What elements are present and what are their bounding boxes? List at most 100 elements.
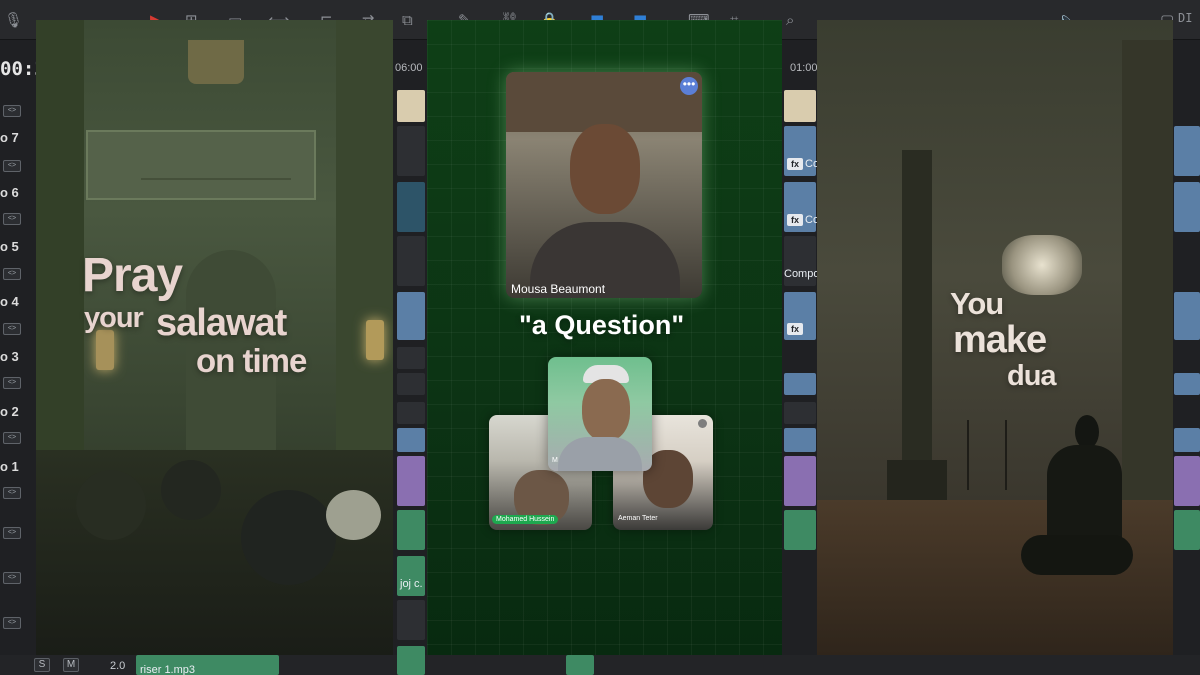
overlay-text-make: make <box>953 319 1047 361</box>
timeline-clip[interactable] <box>397 373 425 395</box>
audio-clip[interactable] <box>1174 510 1200 550</box>
video-editor-workspace: 🎙 ▶ ⊞ ▭ ⟷ ⊏ ⇄ ⧉ ✎ ⛓ 🔒 ■ ■ ⌨ ⌗ ⌕ 🔈 DI ▢ 0… <box>0 0 1200 675</box>
mute-button[interactable]: M <box>63 658 79 672</box>
timeline-clip[interactable] <box>397 347 425 369</box>
rope-barrier <box>967 420 1007 490</box>
timeline-clip[interactable] <box>1174 428 1200 452</box>
participant-video-top[interactable]: M <box>548 357 652 471</box>
worshipper-head <box>241 490 336 585</box>
audio-clip[interactable] <box>397 510 425 550</box>
track-toggle[interactable]: <> <box>3 160 21 172</box>
timeline-clip[interactable] <box>784 428 816 452</box>
person-kneeling <box>1021 535 1133 575</box>
main-caller-name: Mousa Beaumont <box>511 282 606 296</box>
ruler-label-2: 01:00 <box>790 62 818 74</box>
track-toggle[interactable]: <> <box>3 323 21 335</box>
audio-waveform-clip[interactable] <box>397 402 425 424</box>
audio-clip[interactable] <box>784 510 816 550</box>
audio-waveform-clip[interactable] <box>784 402 816 424</box>
timeline-clip[interactable] <box>1174 373 1200 395</box>
search-icon[interactable]: ⌕ <box>786 11 794 29</box>
overlay-text-you: You <box>950 286 1004 321</box>
timeline-clip[interactable] <box>1174 182 1200 232</box>
track-toggle[interactable]: <> <box>3 617 21 629</box>
person-head <box>1075 415 1099 449</box>
audio-clip-riser[interactable]: riser 1.mp3 <box>136 655 279 675</box>
timeline-clip[interactable] <box>397 236 425 286</box>
track-header-4[interactable]: o 4 <box>0 292 36 312</box>
timeline-clip[interactable] <box>397 126 425 176</box>
video-title: "a Question" <box>519 310 685 340</box>
video-preview-dua: You make dua <box>817 20 1173 655</box>
track-toggle[interactable]: <> <box>3 213 21 225</box>
audio-clip-joj[interactable]: joj c. <box>397 556 425 596</box>
track-header-7[interactable]: o 7 <box>0 128 36 148</box>
track-header-6[interactable]: o 6 <box>0 183 36 203</box>
participant-face <box>582 379 630 441</box>
mute-icon[interactable] <box>698 419 707 428</box>
column-base <box>887 460 947 500</box>
track-volume: 2.0 <box>110 660 126 672</box>
toolbar-text[interactable]: DI <box>1178 11 1192 25</box>
overlay-text-dua: dua <box>1007 360 1057 392</box>
track-toggle[interactable]: <> <box>3 377 21 389</box>
comp-clip-3[interactable]: Compo <box>784 236 819 286</box>
timeline-clip[interactable] <box>397 182 425 232</box>
overlay-text-pray: Pray <box>82 249 183 302</box>
fx-clip[interactable]: fx <box>784 292 816 340</box>
video-preview-question: ••• Mousa Beaumont "a Question" Mohamed … <box>427 20 782 655</box>
comp-clip-1[interactable]: fx Co <box>784 126 819 176</box>
timeline-clip[interactable] <box>1174 292 1200 340</box>
lantern <box>96 330 114 370</box>
timeline-clip[interactable] <box>397 428 425 452</box>
participant-name-left: Mohamed Hussein <box>492 515 559 524</box>
link-clip-icon[interactable]: ⧉ <box>402 11 413 29</box>
timeline-clip[interactable] <box>397 456 425 506</box>
overlay-text-your: your <box>84 302 144 334</box>
overlay-text-salawat: salawat <box>156 302 287 344</box>
track-toggle[interactable]: <> <box>3 487 21 499</box>
track-header-2[interactable]: o 2 <box>0 402 36 422</box>
timeline-clip[interactable] <box>397 292 425 340</box>
mic-icon[interactable]: 🎙 <box>4 11 23 29</box>
timeline-thumbnail-clip[interactable] <box>784 90 816 122</box>
comp-clip-2[interactable]: fx Co <box>784 182 819 232</box>
pillar <box>1122 40 1173 500</box>
track-header-1[interactable]: o 1 <box>0 457 36 477</box>
timeline-clip[interactable] <box>1174 456 1200 506</box>
track-toggle[interactable]: <> <box>3 572 21 584</box>
track-header-5[interactable]: o 5 <box>0 237 36 257</box>
timeline-clip[interactable] <box>1174 126 1200 176</box>
worshipper-cap <box>326 490 381 540</box>
more-options-icon[interactable]: ••• <box>680 77 698 95</box>
timeline-clip[interactable] <box>784 373 816 395</box>
caller-face <box>570 124 640 214</box>
worshipper-head <box>76 470 146 540</box>
track-toggle[interactable]: <> <box>3 432 21 444</box>
timeline-clip[interactable] <box>784 456 816 506</box>
video-preview-salawat: Pray your salawat on time <box>36 20 393 655</box>
calligraphy-script <box>141 140 291 180</box>
participant-shirt <box>558 437 642 471</box>
track-toggle[interactable]: <> <box>3 527 21 539</box>
pillar-right <box>336 20 393 460</box>
pillar-left <box>36 20 84 460</box>
audio-clip[interactable] <box>397 646 425 675</box>
overlay-text-on-time: on time <box>196 342 307 379</box>
track-toggle[interactable]: <> <box>3 268 21 280</box>
column <box>902 150 932 480</box>
chandelier <box>188 40 244 84</box>
main-caller-video[interactable]: ••• Mousa Beaumont <box>506 72 702 298</box>
participant-name-right: Aeman Teter <box>618 515 658 522</box>
participant-initial: M <box>552 457 558 464</box>
solo-button[interactable]: S <box>34 658 50 672</box>
worshipper-head <box>161 460 221 520</box>
pergola <box>506 72 702 132</box>
ruler-label-1: 06:00 <box>395 62 423 74</box>
audio-clip[interactable] <box>566 655 594 675</box>
track-toggle[interactable]: <> <box>3 105 21 117</box>
track-header-3[interactable]: o 3 <box>0 347 36 367</box>
lantern <box>366 320 384 360</box>
timeline-thumbnail-clip[interactable] <box>397 90 425 122</box>
timeline-clip[interactable] <box>397 600 425 640</box>
